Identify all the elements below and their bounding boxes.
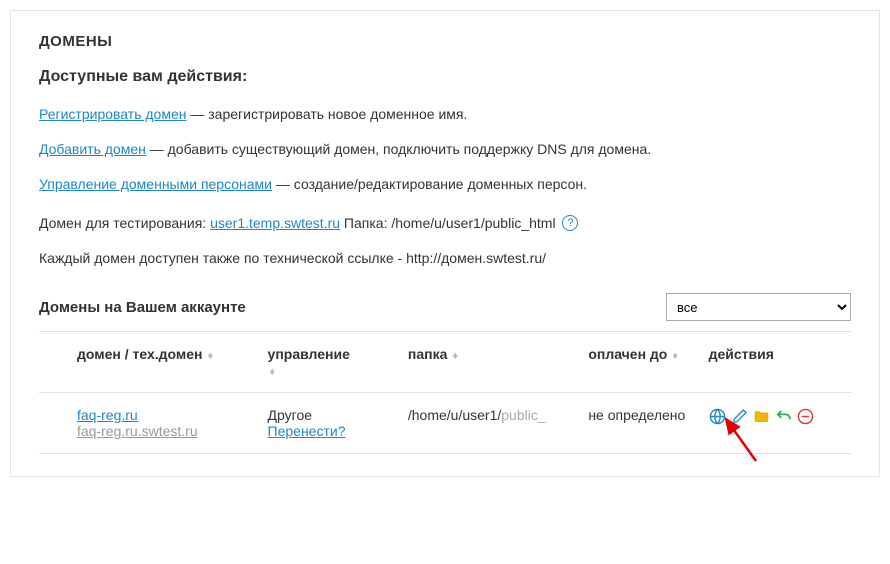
action-add-line: Добавить домен — добавить существующий д… (39, 139, 851, 160)
test-domain-link[interactable]: user1.temp.swtest.ru (210, 215, 340, 231)
domains-table: домен / тех.домен ♦ управление♦ папка ♦ … (39, 331, 851, 454)
pencil-icon[interactable] (731, 407, 749, 425)
col-paid-label: оплачен до (588, 346, 667, 362)
page-subtitle: Доступные вам действия: (39, 68, 851, 86)
sort-icon: ♦ (270, 366, 276, 378)
folder-icon[interactable] (753, 407, 771, 425)
help-icon[interactable]: ? (562, 215, 578, 231)
manage-text: Другое (268, 407, 312, 423)
col-actions-label: действия (709, 346, 774, 362)
table-title: Домены на Вашем аккаунте (39, 299, 246, 316)
col-domain-header[interactable]: домен / тех.домен ♦ (39, 332, 260, 393)
col-manage-label: управление (268, 346, 350, 362)
col-manage-header[interactable]: управление ♦ (260, 332, 400, 393)
col-folder-label: папка (408, 346, 448, 362)
test-domain-line: Домен для тестирования: user1.temp.swtes… (39, 213, 851, 234)
remove-icon[interactable] (797, 407, 815, 425)
tech-domain-link[interactable]: faq-reg.ru.swtest.ru (77, 423, 198, 439)
col-paid-header[interactable]: оплачен до ♦ (580, 332, 700, 393)
domain-persons-link[interactable]: Управление доменными персонами (39, 176, 272, 192)
page-title: ДОМЕНЫ (39, 33, 851, 50)
transfer-link[interactable]: Перенести? (268, 423, 346, 439)
folder-cell: /home/u/user1/public_ (400, 393, 580, 454)
folder-prefix: /home/u/user1/ (408, 407, 501, 423)
domain-persons-desc: — создание/редактирование доменных персо… (272, 176, 587, 192)
sort-icon: ♦ (669, 350, 678, 362)
test-domain-folder: Папка: /home/u/user1/public_html (340, 215, 559, 231)
reply-icon[interactable] (775, 407, 793, 425)
test-domain-prefix: Домен для тестирования: (39, 215, 210, 231)
add-domain-desc: — добавить существующий домен, подключит… (146, 141, 651, 157)
table-row: faq-reg.ru faq-reg.ru.swtest.ru Другое П… (39, 393, 851, 454)
register-domain-desc: — зарегистрировать новое доменное имя. (186, 106, 467, 122)
tech-link-note: Каждый домен доступен также по техническ… (39, 248, 851, 269)
col-domain-label: домен / тех.домен (77, 346, 203, 362)
action-register-line: Регистрировать домен — зарегистрировать … (39, 104, 851, 125)
col-folder-header[interactable]: папка ♦ (400, 332, 580, 393)
sort-icon: ♦ (449, 350, 458, 362)
col-actions-header: действия (701, 332, 851, 393)
sort-icon: ♦ (205, 350, 214, 362)
domain-link[interactable]: faq-reg.ru (77, 407, 138, 423)
domain-filter-select[interactable]: все (666, 293, 851, 321)
register-domain-link[interactable]: Регистрировать домен (39, 106, 186, 122)
paid-cell: не определено (580, 393, 700, 454)
add-domain-link[interactable]: Добавить домен (39, 141, 146, 157)
globe-icon[interactable] (709, 407, 727, 425)
folder-grey-part: public_ (501, 407, 545, 423)
action-persons-line: Управление доменными персонами — создани… (39, 174, 851, 195)
